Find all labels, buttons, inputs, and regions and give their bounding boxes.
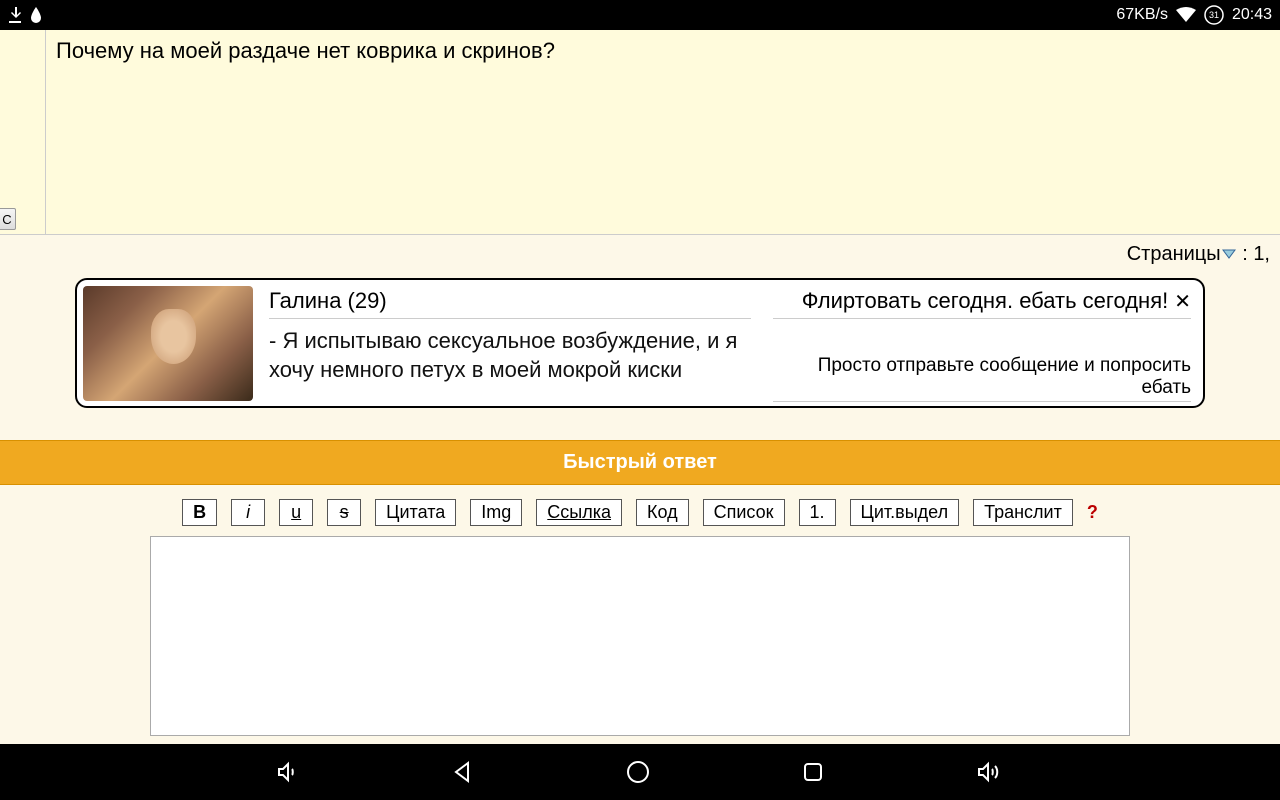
dropdown-icon[interactable] bbox=[1221, 248, 1237, 260]
pagination-colon: : bbox=[1237, 243, 1254, 265]
quote-button[interactable]: Цитата bbox=[375, 499, 456, 526]
ad-body: - Я испытываю сексуальное возбуждение, и… bbox=[269, 327, 751, 384]
ad-text-left: Галина (29) - Я испытываю сексуальное во… bbox=[263, 286, 757, 400]
back-icon[interactable] bbox=[450, 759, 476, 785]
cite-select-button[interactable]: Цит.выдел bbox=[850, 499, 960, 526]
status-right: 67KB/s 31 20:43 bbox=[1116, 5, 1272, 25]
link-button[interactable]: Ссылка bbox=[536, 499, 622, 526]
post-content: Почему на моей раздаче нет коврика и скр… bbox=[45, 30, 1280, 234]
ad-box[interactable]: Галина (29) - Я испытываю сексуальное во… bbox=[75, 278, 1205, 408]
code-button[interactable]: Код bbox=[636, 499, 689, 526]
editor-toolbar: B i u s Цитата Img Ссылка Код Список 1. … bbox=[0, 485, 1280, 534]
volume-up-icon[interactable] bbox=[975, 759, 1005, 785]
ad-name: Галина (29) bbox=[269, 288, 751, 319]
list-button[interactable]: Список bbox=[703, 499, 785, 526]
strike-button[interactable]: s bbox=[327, 499, 361, 526]
date-badge-icon: 31 bbox=[1204, 5, 1224, 25]
ad-container: Галина (29) - Я испытываю сексуальное во… bbox=[0, 272, 1280, 418]
post-area: C Почему на моей раздаче нет коврика и с… bbox=[0, 30, 1280, 235]
quick-reply-header: Быстрый ответ bbox=[0, 440, 1280, 485]
pagination-numbers[interactable]: 1, bbox=[1253, 243, 1270, 265]
close-icon[interactable]: ✕ bbox=[1174, 291, 1191, 313]
reply-textarea[interactable] bbox=[150, 536, 1130, 736]
post-sidebar: C bbox=[0, 30, 45, 234]
ad-headline: Флиртовать сегодня. ебать сегодня! ✕ bbox=[773, 288, 1191, 319]
android-nav-bar bbox=[0, 744, 1280, 800]
network-speed: 67KB/s bbox=[1116, 6, 1168, 24]
reply-textarea-wrap bbox=[0, 534, 1280, 741]
recent-apps-icon[interactable] bbox=[800, 759, 826, 785]
ad-avatar bbox=[83, 286, 253, 401]
pagination-label: Страницы bbox=[1127, 243, 1221, 265]
c-button[interactable]: C bbox=[0, 208, 16, 230]
status-left bbox=[8, 7, 42, 23]
android-status-bar: 67KB/s 31 20:43 bbox=[0, 0, 1280, 30]
wifi-icon bbox=[1176, 7, 1196, 23]
help-link[interactable]: ? bbox=[1087, 502, 1098, 523]
translit-button[interactable]: Транслит bbox=[973, 499, 1073, 526]
volume-down-icon[interactable] bbox=[275, 759, 301, 785]
droplet-icon bbox=[30, 7, 42, 23]
bold-button[interactable]: B bbox=[182, 499, 217, 526]
numbered-list-button[interactable]: 1. bbox=[799, 499, 836, 526]
ad-subtext: Просто отправьте сообщение и попросить е… bbox=[773, 355, 1191, 402]
download-icon bbox=[8, 7, 22, 23]
pagination: Страницы : 1, bbox=[0, 235, 1280, 272]
ad-headline-text: Флиртовать сегодня. ебать сегодня! bbox=[802, 288, 1168, 313]
home-icon[interactable] bbox=[625, 759, 651, 785]
ad-text-right: Флиртовать сегодня. ебать сегодня! ✕ Прос… bbox=[767, 286, 1197, 400]
italic-button[interactable]: i bbox=[231, 499, 265, 526]
underline-button[interactable]: u bbox=[279, 499, 313, 526]
img-button[interactable]: Img bbox=[470, 499, 522, 526]
status-time: 20:43 bbox=[1232, 6, 1272, 24]
